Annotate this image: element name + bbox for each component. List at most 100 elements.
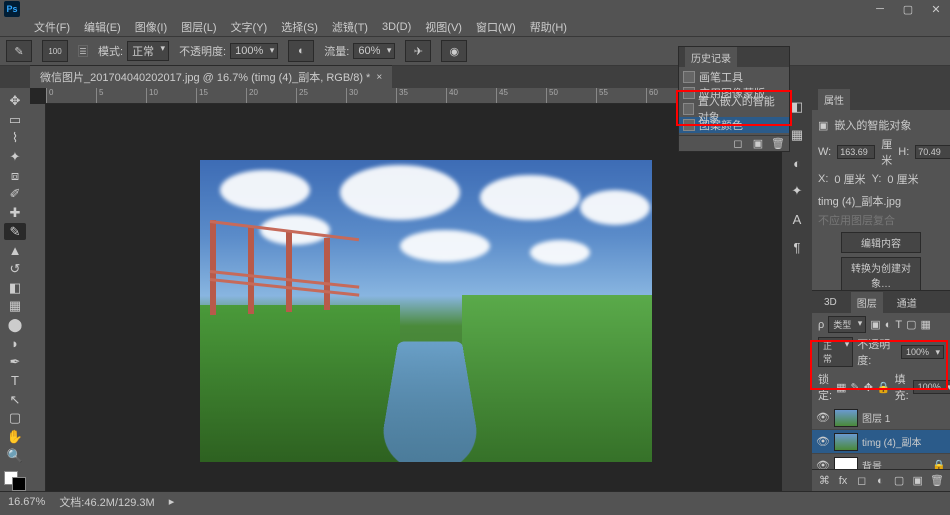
pen-tool[interactable]: ✒ xyxy=(4,353,26,371)
fill-select[interactable]: 100% xyxy=(913,380,950,394)
menu-view[interactable]: 视图(V) xyxy=(419,17,468,37)
layer-opacity-select[interactable]: 100% xyxy=(901,345,944,359)
menu-type[interactable]: 文字(Y) xyxy=(225,17,274,37)
new-layer-icon[interactable]: ▣ xyxy=(911,474,924,488)
flow-select[interactable]: 60% xyxy=(353,43,395,59)
mode-select[interactable]: 正常 xyxy=(127,41,169,61)
trash-icon[interactable]: 🗑 xyxy=(930,474,944,488)
visibility-icon[interactable]: 👁 xyxy=(816,411,830,424)
pressure-opacity-icon[interactable]: ◐ xyxy=(288,40,314,62)
tab-close-icon[interactable]: × xyxy=(376,72,382,83)
adjustments-panel-icon[interactable]: ◐ xyxy=(788,154,806,172)
menu-edit[interactable]: 编辑(E) xyxy=(78,17,127,37)
filter-type-icon[interactable]: T xyxy=(895,319,902,331)
layer-thumb[interactable] xyxy=(834,409,858,427)
tool-preset-icon[interactable]: ✎ xyxy=(6,40,32,62)
edit-contents-button[interactable]: 编辑内容 xyxy=(841,232,921,253)
layer-thumb[interactable] xyxy=(834,457,858,470)
character-panel-icon[interactable]: A xyxy=(788,210,806,228)
lock-all-icon[interactable]: 🔒 xyxy=(877,381,891,394)
minimize-button[interactable]: ─ xyxy=(870,2,890,16)
history-item[interactable]: 置入嵌入的智能对象 xyxy=(679,101,789,117)
history-brush-tool[interactable]: ↺ xyxy=(4,260,26,278)
layer-name[interactable]: 背景 xyxy=(862,458,928,469)
layer-row[interactable]: 👁 timg (4)_副本 xyxy=(812,430,950,454)
menu-image[interactable]: 图像(I) xyxy=(129,17,173,37)
canvas[interactable] xyxy=(200,160,652,462)
layer-thumb[interactable] xyxy=(834,433,858,451)
brush-panel-icon[interactable]: ☰ xyxy=(78,45,88,57)
filter-shape-icon[interactable]: ▢ xyxy=(906,318,916,331)
tab-3d[interactable]: 3D xyxy=(818,294,843,311)
adjustment-icon[interactable]: ◐ xyxy=(874,474,887,488)
heal-tool[interactable]: ✚ xyxy=(4,204,26,222)
fx-icon[interactable]: fx xyxy=(837,474,850,488)
h-input[interactable] xyxy=(915,145,950,159)
kind-select[interactable]: 类型 xyxy=(828,316,866,333)
paragraph-panel-icon[interactable]: ¶ xyxy=(788,238,806,256)
canvas-area[interactable]: 05101520253035404550556065707580859095 xyxy=(30,88,782,491)
gradient-tool[interactable]: ▦ xyxy=(4,297,26,315)
brush-tool[interactable]: ✎ xyxy=(4,223,26,241)
layer-row[interactable]: 👁 背景 🔒 xyxy=(812,454,950,469)
tab-layers[interactable]: 图层 xyxy=(851,292,883,313)
doc-info[interactable]: 文档:46.2M/129.3M xyxy=(59,494,154,510)
w-input[interactable] xyxy=(837,145,875,159)
filter-adj-icon[interactable]: ◐ xyxy=(885,319,892,331)
new-doc-icon[interactable]: ▣ xyxy=(751,136,765,150)
eyedropper-tool[interactable]: ✐ xyxy=(4,185,26,203)
hand-tool[interactable]: ✋ xyxy=(4,428,26,446)
filter-pixel-icon[interactable]: ▣ xyxy=(870,318,880,331)
wand-tool[interactable]: ✦ xyxy=(4,148,26,166)
layer-name[interactable]: timg (4)_副本 xyxy=(862,434,946,449)
shape-tool[interactable]: ▢ xyxy=(4,409,26,427)
lasso-tool[interactable]: ⌇ xyxy=(4,129,26,147)
menu-3d[interactable]: 3D(D) xyxy=(376,19,417,35)
tab-channels[interactable]: 通道 xyxy=(891,292,923,313)
blur-tool[interactable]: ⬤ xyxy=(4,316,26,334)
properties-tab[interactable]: 属性 xyxy=(818,89,850,110)
mask-icon[interactable]: ◻ xyxy=(855,474,868,488)
color-panel-icon[interactable]: ◧ xyxy=(788,98,806,116)
maximize-button[interactable]: ▢ xyxy=(898,2,918,16)
link-layers-icon[interactable]: ⌘ xyxy=(818,474,831,488)
convert-button[interactable]: 转换为创建对象… xyxy=(841,257,921,293)
history-item[interactable]: 画笔工具 xyxy=(679,69,789,85)
filter-smart-icon[interactable]: ▦ xyxy=(920,318,930,331)
dodge-tool[interactable]: ◗ xyxy=(4,335,26,353)
menu-layer[interactable]: 图层(L) xyxy=(175,17,222,37)
menu-file[interactable]: 文件(F) xyxy=(28,17,76,37)
path-tool[interactable]: ↖ xyxy=(4,391,26,409)
group-icon[interactable]: ▢ xyxy=(893,474,906,488)
crop-tool[interactable]: ⧈ xyxy=(4,167,26,185)
lock-trans-icon[interactable]: ▦ xyxy=(836,381,846,394)
document-tab[interactable]: 微信图片_201704040202017.jpg @ 16.7% (timg (… xyxy=(30,65,392,88)
lock-paint-icon[interactable]: ✎ xyxy=(850,381,859,394)
zoom-value[interactable]: 16.67% xyxy=(8,496,45,508)
layer-name[interactable]: 图层 1 xyxy=(862,410,946,425)
menu-window[interactable]: 窗口(W) xyxy=(470,17,522,37)
eraser-tool[interactable]: ◧ xyxy=(4,279,26,297)
type-tool[interactable]: T xyxy=(4,372,26,390)
layer-row[interactable]: 👁 图层 1 xyxy=(812,406,950,430)
menu-help[interactable]: 帮助(H) xyxy=(524,17,573,37)
brush-preset[interactable]: 100 xyxy=(42,40,68,62)
opacity-select[interactable]: 100% xyxy=(230,43,278,59)
menu-select[interactable]: 选择(S) xyxy=(275,17,324,37)
close-button[interactable]: ✕ xyxy=(926,2,946,16)
blend-select[interactable]: 正常 xyxy=(818,337,853,367)
swatches-panel-icon[interactable]: ▦ xyxy=(788,126,806,144)
menu-filter[interactable]: 滤镜(T) xyxy=(326,17,374,37)
visibility-icon[interactable]: 👁 xyxy=(816,459,830,469)
color-swatches[interactable] xyxy=(4,471,26,490)
visibility-icon[interactable]: 👁 xyxy=(816,435,830,448)
pressure-size-icon[interactable]: ◉ xyxy=(441,40,467,62)
doc-info-chevron-icon[interactable]: ▸ xyxy=(169,495,175,508)
marquee-tool[interactable]: ▭ xyxy=(4,111,26,129)
stamp-tool[interactable]: ▲ xyxy=(4,241,26,259)
lock-pos-icon[interactable]: ✥ xyxy=(864,381,873,394)
zoom-tool[interactable]: 🔍 xyxy=(4,447,26,465)
styles-panel-icon[interactable]: ✦ xyxy=(788,182,806,200)
airbrush-icon[interactable]: ✈ xyxy=(405,40,431,62)
trash-icon[interactable]: 🗑 xyxy=(771,136,785,150)
